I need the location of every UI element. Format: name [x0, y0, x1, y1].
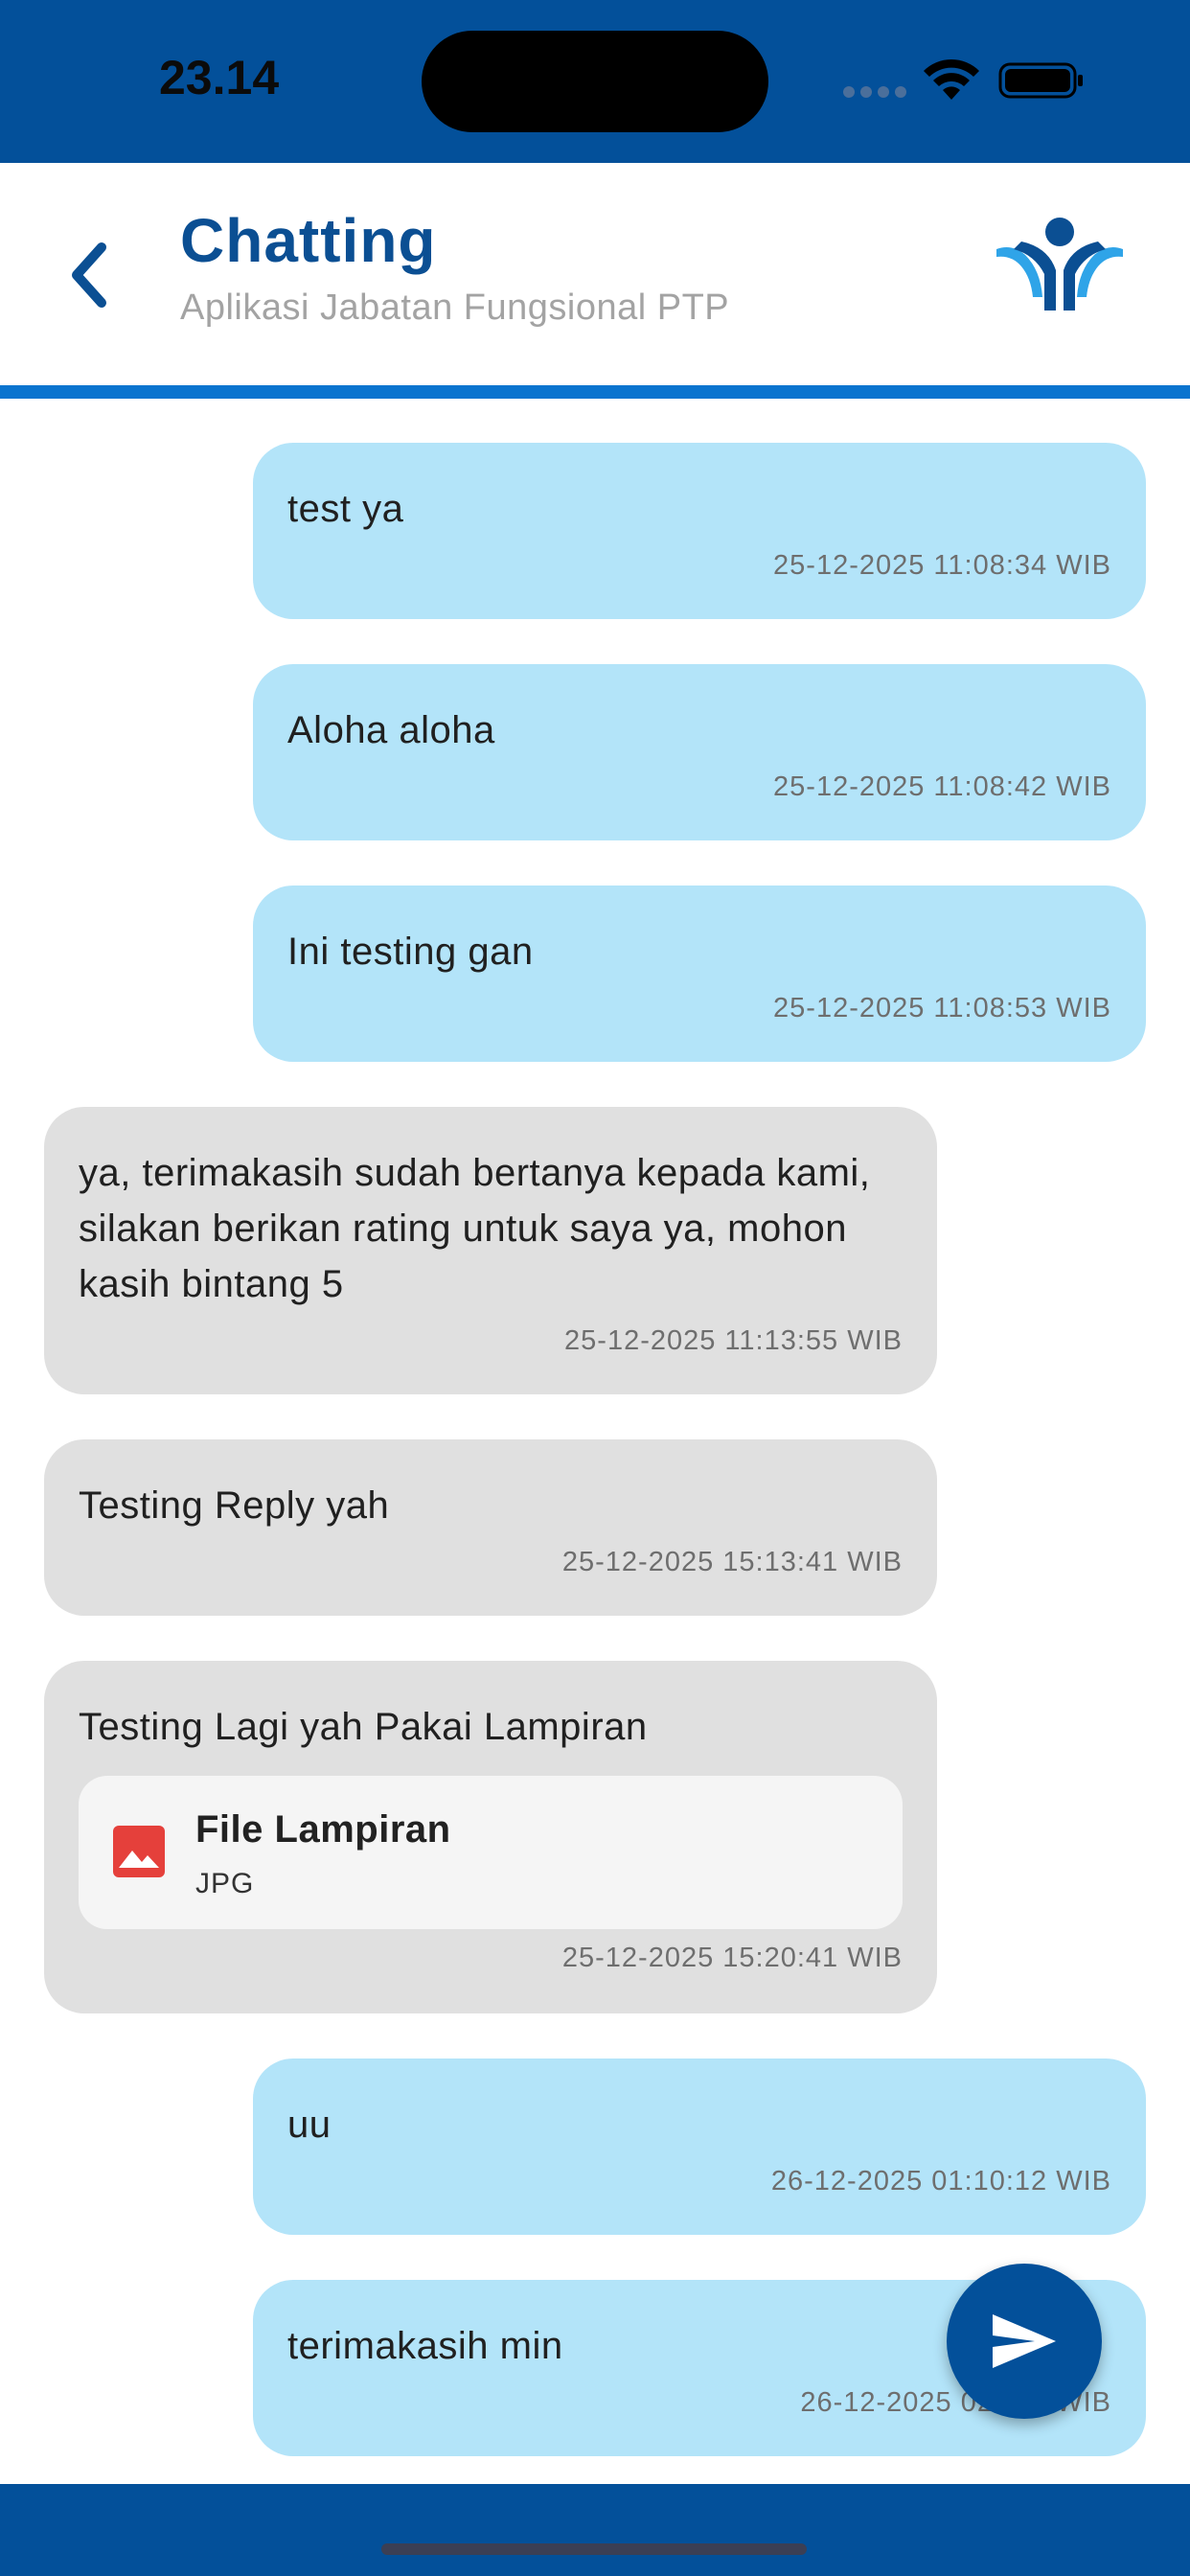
message-timestamp: 25-12-2025 11:13:55 WIB [564, 1325, 903, 1356]
message-timestamp: 25-12-2025 11:08:34 WIB [773, 550, 1111, 581]
status-time: 23.14 [159, 51, 280, 104]
send-button[interactable] [947, 2264, 1102, 2419]
back-button[interactable] [59, 232, 117, 318]
message-text: ya, terimakasih sudah bertanya kepada ka… [79, 1152, 871, 1305]
message-text: Aloha aloha [287, 709, 495, 751]
image-icon [113, 1826, 165, 1877]
attachment-type: JPG [195, 1868, 255, 1899]
home-indicator[interactable] [381, 2543, 807, 2555]
brand-logo-icon [996, 218, 1123, 310]
bottom-bar [0, 2484, 1190, 2576]
chat-list[interactable]: test ya 25-12-2025 11:08:34 WIB Aloha al… [0, 399, 1190, 2484]
message-text: Testing Lagi yah Pakai Lampiran [79, 1706, 648, 1748]
message-bubble-outgoing[interactable]: test ya 25-12-2025 11:08:34 WIB [253, 443, 1146, 619]
battery-icon [998, 62, 1083, 99]
page-title: Chatting [180, 206, 437, 275]
wifi-icon [924, 58, 979, 100]
attachment-card[interactable]: File Lampiran JPG [79, 1776, 903, 1929]
page-subtitle: Aplikasi Jabatan Fungsional PTP [180, 288, 730, 328]
message-timestamp: 25-12-2025 15:13:41 WIB [561, 1547, 903, 1577]
message-timestamp: 25-12-2025 15:20:41 WIB [561, 1943, 903, 1973]
message-bubble-outgoing[interactable]: Aloha aloha 25-12-2025 11:08:42 WIB [253, 664, 1146, 840]
status-bar: 23.14 [0, 0, 1190, 163]
message-bubble-outgoing[interactable]: uu 26-12-2025 01:10:12 WIB [253, 2058, 1146, 2235]
dynamic-island [422, 31, 768, 132]
message-bubble-incoming[interactable]: Testing Reply yah 25-12-2025 15:13:41 WI… [44, 1439, 937, 1616]
chevron-left-icon [72, 242, 106, 308]
send-icon [993, 2314, 1056, 2368]
message-text: uu [287, 2104, 332, 2146]
message-timestamp: 25-12-2025 11:08:53 WIB [773, 993, 1111, 1024]
message-timestamp: 25-12-2025 11:08:42 WIB [773, 771, 1111, 802]
attachment-name: File Lampiran [195, 1808, 451, 1851]
header-divider [0, 385, 1190, 399]
message-text: test ya [287, 488, 404, 530]
app-header: Chatting Aplikasi Jabatan Fungsional PTP [0, 163, 1190, 385]
message-bubble-incoming[interactable]: ya, terimakasih sudah bertanya kepada ka… [44, 1107, 937, 1394]
message-bubble-outgoing[interactable]: Ini testing gan 25-12-2025 11:08:53 WIB [253, 886, 1146, 1062]
message-timestamp: 26-12-2025 01:10:12 WIB [770, 2166, 1111, 2196]
message-bubble-incoming[interactable]: Testing Lagi yah Pakai Lampiran File Lam… [44, 1661, 937, 2013]
message-text: Testing Reply yah [79, 1484, 390, 1527]
message-text: Ini testing gan [287, 931, 534, 973]
cellular-signal-icon [843, 86, 906, 98]
